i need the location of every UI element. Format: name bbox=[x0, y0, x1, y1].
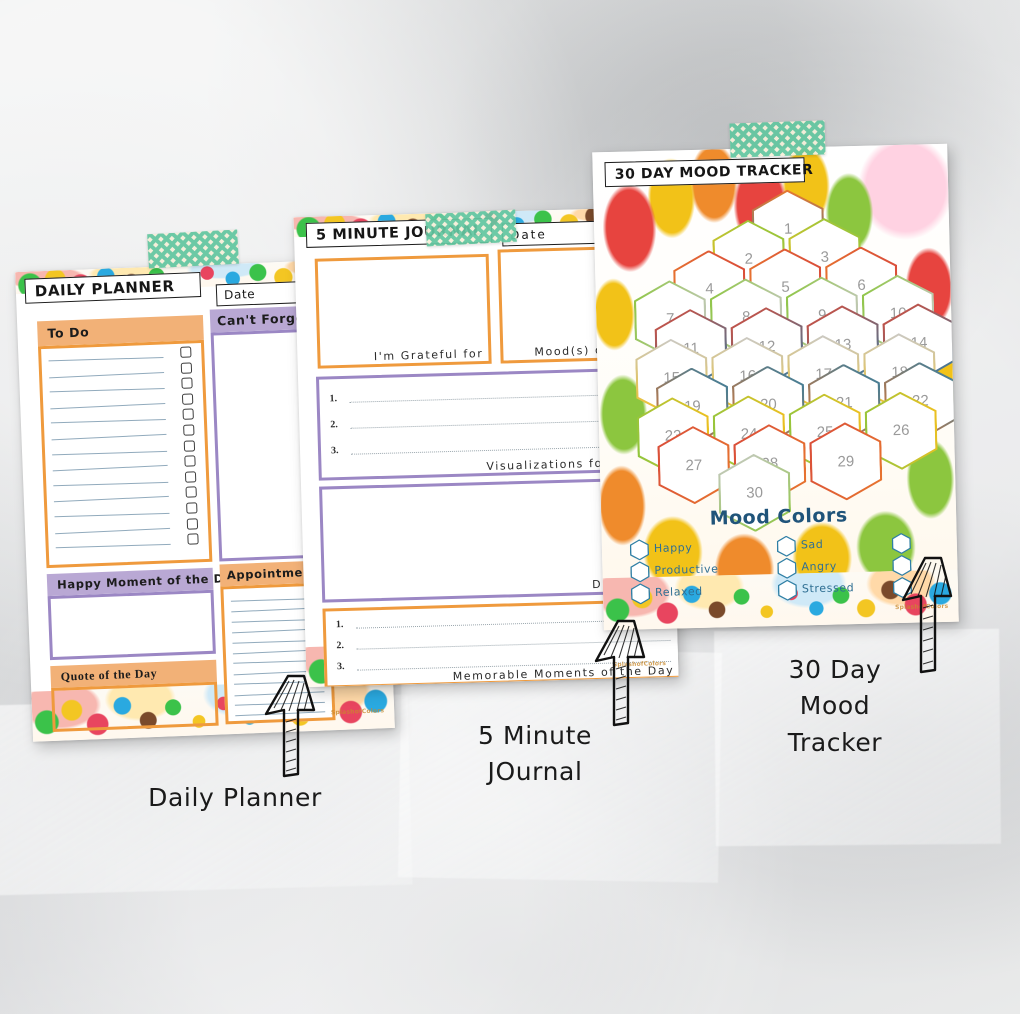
mood-legend-hexagon[interactable] bbox=[777, 558, 797, 579]
to-do-checkbox[interactable] bbox=[182, 408, 194, 421]
section-quote-of-the-day: Quote of the Day bbox=[50, 659, 219, 733]
numbered-item-label: 2. bbox=[336, 640, 345, 652]
numbered-item-label: 3. bbox=[330, 445, 339, 457]
to-do-checkbox[interactable] bbox=[185, 486, 197, 499]
mood-legend-hexagon[interactable] bbox=[893, 577, 913, 598]
mood-day-number: 6 bbox=[857, 276, 866, 294]
section-happy-moment-body[interactable] bbox=[47, 589, 216, 661]
to-do-checkbox[interactable] bbox=[183, 424, 195, 436]
section-happy-moment: Happy Moment of the Day bbox=[46, 567, 240, 661]
to-do-line[interactable] bbox=[54, 512, 170, 518]
to-do-checkbox[interactable] bbox=[184, 455, 196, 467]
watermark: SplashofColors bbox=[330, 707, 385, 717]
watermark: SplashofColors bbox=[612, 660, 667, 669]
mood-legend-hexagon[interactable] bbox=[892, 533, 912, 554]
to-do-line[interactable] bbox=[55, 527, 171, 535]
to-do-checkbox[interactable] bbox=[180, 346, 192, 358]
numbered-item-label: 1. bbox=[329, 393, 338, 405]
mood-legend-hexagon[interactable] bbox=[630, 539, 650, 560]
to-do-line[interactable] bbox=[50, 419, 166, 425]
mood-legend-hexagon[interactable] bbox=[777, 536, 797, 557]
to-do-checkbox[interactable] bbox=[187, 533, 199, 545]
mood-legend-hexagon[interactable] bbox=[630, 561, 650, 582]
to-do-line[interactable] bbox=[49, 388, 165, 393]
page-mood-tracker[interactable]: 30 DAY MOOD TRACKER 1 2 3 4 5 6 7 8 9 10 11 12 13 14 1… bbox=[592, 143, 959, 631]
mood-day-number: 27 bbox=[685, 456, 703, 474]
watermark: SplashofColors bbox=[894, 602, 949, 612]
mood-legend-label: Relaxed bbox=[654, 584, 703, 600]
mood-day-number: 1 bbox=[783, 220, 793, 238]
caption-five-minute-journal: 5 Minute JOurnal bbox=[477, 721, 593, 787]
mood-colors-title: Mood Colors bbox=[709, 504, 848, 530]
to-do-rules bbox=[41, 343, 209, 565]
to-do-checkbox[interactable] bbox=[184, 471, 197, 483]
mood-legend-hexagon[interactable] bbox=[778, 580, 798, 601]
washi-tape-daily-planner bbox=[147, 229, 239, 269]
numbered-item-label: 2. bbox=[330, 419, 338, 431]
to-do-checkbox[interactable] bbox=[181, 393, 194, 405]
to-do-line[interactable] bbox=[49, 371, 165, 379]
numbered-item-line[interactable] bbox=[356, 639, 671, 650]
section-to-do: To Do bbox=[37, 314, 213, 569]
to-do-line[interactable] bbox=[51, 433, 167, 441]
mood-day-number: 4 bbox=[705, 280, 714, 298]
section-to-do-body[interactable] bbox=[37, 339, 213, 569]
honeycomb-tracker[interactable]: 1 2 3 4 5 6 7 8 9 10 11 12 13 14 15 16 17 18 19 20 21 22 23 24 2… bbox=[603, 186, 945, 499]
to-do-checkbox[interactable] bbox=[186, 517, 199, 530]
to-do-line[interactable] bbox=[55, 544, 171, 549]
to-do-line[interactable] bbox=[53, 496, 169, 504]
to-do-line[interactable] bbox=[52, 450, 168, 456]
appointment-line[interactable] bbox=[235, 711, 326, 718]
caption-mood-tracker: 30 Day Mood Tracker bbox=[787, 655, 883, 757]
to-do-line[interactable] bbox=[53, 481, 169, 487]
mood-legend-label: Stressed bbox=[801, 581, 855, 596]
page-title: DAILY PLANNER bbox=[24, 272, 202, 304]
mood-day-number: 5 bbox=[781, 278, 790, 296]
page-title: 30 DAY MOOD TRACKER bbox=[604, 157, 814, 188]
appointment-line[interactable] bbox=[234, 690, 325, 697]
mockup-stage: DAILY PLANNER Date To Do Can't Forget Ha… bbox=[0, 0, 1020, 1014]
date-field[interactable]: Date bbox=[215, 280, 307, 307]
mood-day-number: 26 bbox=[892, 422, 910, 440]
mood-day-number: 3 bbox=[820, 248, 830, 266]
mood-legend-hexagon[interactable] bbox=[892, 555, 912, 576]
mood-day-number: 29 bbox=[837, 452, 855, 471]
to-do-line[interactable] bbox=[48, 356, 164, 362]
numbered-item-label: 1. bbox=[335, 619, 344, 631]
mood-day-number: 2 bbox=[744, 250, 754, 268]
to-do-checkbox[interactable] bbox=[183, 439, 196, 452]
mood-legend-label: Angry bbox=[801, 559, 838, 574]
numbered-item-label: 3. bbox=[336, 661, 345, 673]
section-quote-body[interactable] bbox=[51, 681, 219, 733]
to-do-checkbox[interactable] bbox=[181, 377, 193, 389]
appointment-line[interactable] bbox=[234, 701, 325, 707]
mood-legend-label: Happy bbox=[653, 541, 693, 556]
to-do-checkbox[interactable] bbox=[180, 362, 193, 374]
washi-tape-journal bbox=[425, 209, 517, 247]
mood-legend-label: Productive bbox=[654, 562, 719, 578]
mood-legend-label: Sad bbox=[800, 537, 824, 552]
section-grateful-for: I'm Grateful for bbox=[314, 253, 492, 369]
washi-tape-mood-tracker bbox=[729, 120, 826, 158]
mood-day-number: 30 bbox=[746, 484, 764, 502]
mood-legend[interactable]: Happy Productive Relaxed Sad Angry Stressed bbox=[602, 532, 959, 611]
mood-legend-hexagon[interactable] bbox=[631, 583, 651, 604]
to-do-line[interactable] bbox=[52, 465, 168, 472]
to-do-checkbox[interactable] bbox=[186, 502, 198, 514]
to-do-line[interactable] bbox=[50, 402, 166, 410]
caption-daily-planner: Daily Planner bbox=[148, 783, 322, 812]
